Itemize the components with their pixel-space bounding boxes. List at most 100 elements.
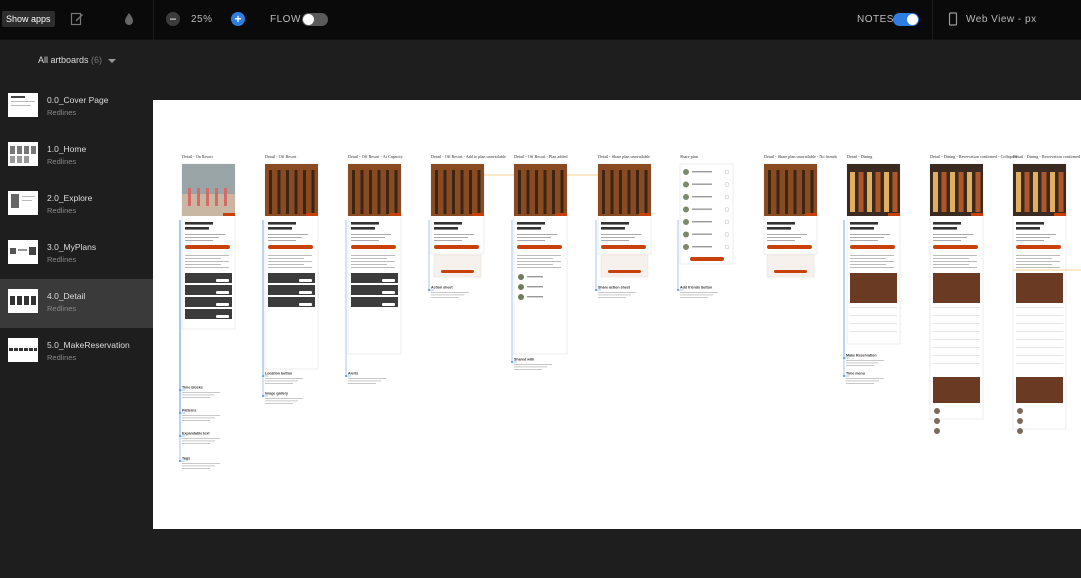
hero-stripe xyxy=(535,170,538,214)
event-title xyxy=(850,222,878,225)
detail-line xyxy=(351,240,379,241)
action-sheet xyxy=(766,254,815,278)
artboard-item-myplans[interactable]: 3.0_MyPlans Redlines xyxy=(0,230,153,279)
artboard-title: Detail - Dining xyxy=(847,154,873,159)
hero-figure xyxy=(197,188,200,206)
sheet-button xyxy=(774,270,807,273)
hero-stripe xyxy=(477,170,481,214)
note-text xyxy=(431,294,464,296)
app-window: Show apps − 25% + FLOW NOTES Web View - … xyxy=(0,0,1081,578)
detail-line xyxy=(268,240,296,241)
description-line xyxy=(517,267,561,268)
artboard-canvas[interactable]: Detail - On Resort Detail - Off Resort Det… xyxy=(153,100,1081,529)
description-line xyxy=(850,255,894,256)
hero-stripe xyxy=(627,170,631,214)
price-tag xyxy=(223,213,235,216)
artboard-name: 3.0_MyPlans xyxy=(47,242,97,252)
notes-toggle[interactable] xyxy=(893,13,919,26)
friend-name xyxy=(692,221,712,223)
description-line xyxy=(1016,267,1060,268)
artboard-item-detail[interactable]: 4.0_Detail Redlines xyxy=(0,279,153,328)
share-button xyxy=(690,257,724,261)
color-drop-icon[interactable] xyxy=(122,12,136,26)
hero-stripe xyxy=(394,170,398,214)
add-to-plan-button xyxy=(933,245,978,249)
hero-light xyxy=(892,172,898,212)
hero-stripe xyxy=(785,170,788,214)
detail-line xyxy=(850,240,878,241)
note-title: Image gallery xyxy=(265,392,288,396)
edit-note-icon[interactable] xyxy=(70,12,84,26)
hero-image xyxy=(431,164,484,216)
event-title xyxy=(601,227,625,230)
artboard: Detail - Dining xyxy=(846,154,901,345)
detail-line xyxy=(517,237,551,238)
artboard-thumbnail xyxy=(8,142,38,166)
hero-light xyxy=(967,172,972,212)
description-line xyxy=(933,267,977,268)
detail-line xyxy=(351,234,391,235)
artboard: Detail - Off Resort - Plan added xyxy=(513,154,568,355)
note-text xyxy=(846,383,874,384)
event-title xyxy=(268,222,296,225)
detail-line xyxy=(1016,237,1050,238)
artboard-title: Detail - Share plan unavailable xyxy=(598,154,650,159)
artboard-title: Detail - Off Resort xyxy=(265,154,297,159)
artboard-item-home[interactable]: 1.0_Home Redlines xyxy=(0,132,153,181)
artboard-item-cover-page[interactable]: 0.0_Cover Page Redlines xyxy=(0,83,153,132)
flow-toggle[interactable] xyxy=(302,13,328,26)
price-tag xyxy=(888,213,900,216)
artboard-title: Share plan xyxy=(680,154,699,159)
detail-line xyxy=(933,240,961,241)
description-line xyxy=(850,261,894,262)
friend-name xyxy=(692,196,712,198)
artboard: Detail - Dining - Reservation confirmed … xyxy=(929,154,1018,434)
menu-row xyxy=(1016,363,1063,364)
note-text xyxy=(514,364,552,365)
time-block-button xyxy=(299,291,312,294)
phone-device-icon[interactable] xyxy=(946,12,960,26)
artboard-title: Detail - Share plan unavailable - No fri… xyxy=(764,154,838,159)
show-apps-button[interactable]: Show apps xyxy=(2,11,55,27)
menu-row xyxy=(933,355,980,356)
note-text xyxy=(680,297,708,298)
hero-stripe xyxy=(303,170,306,214)
detail-line xyxy=(850,237,884,238)
all-artboards-label: All artboards xyxy=(38,55,89,65)
description-line xyxy=(850,264,886,265)
artboards-sidebar: All artboards (6) 0.0_Cover Page Redline… xyxy=(0,40,153,578)
artboard: Detail - Dining - Reservation confirmed … xyxy=(1012,154,1081,434)
artboard-item-makereservation[interactable]: 5.0_MakeReservation Redlines xyxy=(0,328,153,377)
add-to-plan-button xyxy=(767,245,812,249)
menu-row xyxy=(1016,355,1063,356)
artboard: Detail - Share plan unavailable - No fri… xyxy=(763,154,838,278)
sheet-button xyxy=(608,270,641,273)
zoom-in-button[interactable]: + xyxy=(231,12,245,26)
time-block-button xyxy=(216,279,229,282)
view-mode-label[interactable]: Web View - px xyxy=(966,14,1037,25)
hero-light xyxy=(941,172,947,212)
redlines-artboards: Detail - On Resort Detail - Off Resort Det… xyxy=(179,154,1081,469)
artboard-title: Detail - Off Resort - Plan added xyxy=(514,154,568,159)
hero-stripe xyxy=(311,170,315,214)
hero-stripe xyxy=(560,170,564,214)
description-line xyxy=(850,258,886,259)
detail-line xyxy=(517,234,557,235)
description-line xyxy=(351,264,387,265)
hero-stripe xyxy=(286,170,289,214)
note-title: Alerts xyxy=(348,372,358,376)
artboard-subtitle: Redlines xyxy=(47,157,77,166)
event-title xyxy=(434,227,458,230)
all-artboards-dropdown[interactable]: All artboards (6) xyxy=(38,55,116,65)
note-title: Location button xyxy=(265,372,292,376)
artboard-item-explore[interactable]: 2.0_Explore Redlines xyxy=(0,181,153,230)
artboard-subtitle: Redlines xyxy=(47,206,77,215)
artboard: Detail - Off Resort - At Capacity xyxy=(347,154,404,355)
hero-stripe xyxy=(435,170,438,214)
description-line xyxy=(933,258,969,259)
hero-light xyxy=(858,172,864,212)
hero-stripe xyxy=(768,170,771,214)
note-text xyxy=(846,380,879,382)
zoom-out-button[interactable]: − xyxy=(166,12,180,26)
add-to-plan-button xyxy=(434,245,479,249)
